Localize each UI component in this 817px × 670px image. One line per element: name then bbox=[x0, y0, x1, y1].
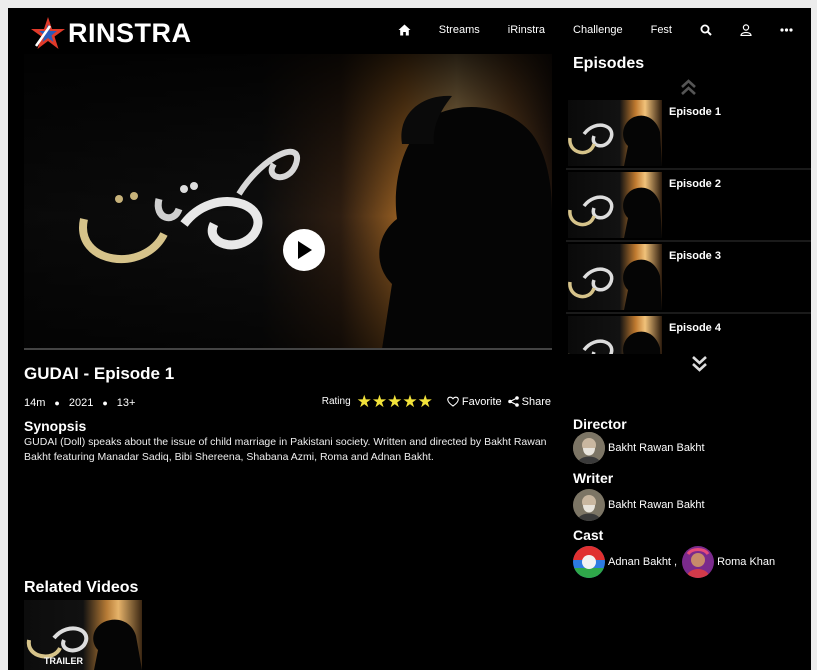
writer-avatar bbox=[573, 489, 605, 521]
episode-thumbnail-artwork bbox=[568, 259, 662, 310]
cast-separator: , bbox=[674, 556, 678, 568]
synopsis-text: GUDAI (Doll) speaks about the issue of c… bbox=[24, 436, 547, 463]
star-icon: ★ bbox=[402, 392, 418, 411]
brand-name: RINSTRA bbox=[68, 17, 192, 48]
favorite-label: Favorite bbox=[461, 395, 502, 408]
star-logo-icon bbox=[31, 17, 65, 49]
silhouette-artwork bbox=[379, 95, 552, 349]
related-thumbnail-artwork bbox=[26, 619, 142, 670]
age-rating: 13+ bbox=[116, 397, 136, 409]
share-button[interactable]: Share bbox=[507, 395, 551, 408]
episodes-scroll-down[interactable] bbox=[691, 355, 708, 378]
star-icon: ★ bbox=[371, 392, 388, 411]
director-name: Bakht Rawan Bakht bbox=[608, 442, 705, 454]
episode-thumbnail bbox=[568, 244, 662, 310]
writer-name: Bakht Rawan Bakht bbox=[608, 499, 705, 511]
episode-list: Episode 1 Episode 2 Episode 3 Episode 4 bbox=[566, 98, 811, 354]
cast-avatar-adnan[interactable] bbox=[573, 546, 605, 578]
cast-list: Adnan Bakht , Roma Khan bbox=[573, 546, 775, 578]
more-icon bbox=[780, 28, 793, 32]
episode-label: Episode 4 bbox=[669, 322, 721, 334]
writer-person[interactable]: Bakht Rawan Bakht bbox=[573, 489, 705, 521]
episode-item[interactable]: Episode 1 bbox=[566, 98, 811, 170]
user-icon bbox=[740, 24, 752, 36]
video-title: GUDAI - Episode 1 bbox=[24, 364, 175, 383]
star-icon: ★ bbox=[387, 392, 403, 411]
meta-dot: ● bbox=[102, 398, 108, 408]
brand-logo[interactable]: RINSTRA bbox=[30, 16, 192, 50]
title-calligraphy-artwork bbox=[79, 148, 300, 263]
cast-name[interactable]: Roma Khan bbox=[717, 556, 775, 568]
nav-home[interactable] bbox=[398, 24, 411, 36]
episode-thumbnail bbox=[568, 100, 662, 166]
episode-label: Episode 1 bbox=[669, 106, 721, 118]
episode-label: Episode 3 bbox=[669, 250, 721, 262]
video-duration: 14m bbox=[24, 397, 46, 409]
cast-heading: Cast bbox=[573, 527, 604, 543]
heart-icon bbox=[447, 396, 459, 407]
nav-streams[interactable]: Streams bbox=[439, 24, 480, 36]
favorite-button[interactable]: Favorite bbox=[447, 396, 502, 408]
app-frame: RINSTRA Streams iRinstra Challenge Fest bbox=[8, 8, 811, 670]
meta-dot: ● bbox=[54, 398, 60, 408]
double-chevron-down-icon bbox=[692, 356, 707, 372]
person-photo-icon bbox=[682, 546, 715, 578]
star-icon: ★ bbox=[417, 392, 433, 411]
nav-challenge[interactable]: Challenge bbox=[573, 24, 623, 36]
more-button[interactable] bbox=[780, 28, 793, 32]
related-video-card[interactable]: TRAILER bbox=[24, 600, 142, 670]
play-button[interactable] bbox=[283, 229, 325, 271]
video-progress-bar[interactable] bbox=[24, 348, 552, 350]
nav-irinstra[interactable]: iRinstra bbox=[508, 24, 545, 36]
episode-label: Episode 2 bbox=[669, 178, 721, 190]
cast-name[interactable]: Adnan Bakht bbox=[608, 556, 671, 568]
episode-item[interactable]: Episode 3 bbox=[566, 242, 811, 314]
double-chevron-up-icon bbox=[681, 79, 696, 95]
share-label: Share bbox=[521, 395, 551, 408]
episode-thumbnail bbox=[568, 316, 662, 354]
related-heading: Related Videos bbox=[24, 579, 139, 596]
star-icon: ★ bbox=[356, 392, 372, 411]
person-photo-icon bbox=[573, 546, 605, 578]
person-photo-icon bbox=[573, 432, 605, 464]
episode-item[interactable]: Episode 4 bbox=[566, 314, 811, 354]
director-person[interactable]: Bakht Rawan Bakht bbox=[573, 432, 705, 464]
episode-thumbnail bbox=[568, 172, 662, 238]
synopsis-heading: Synopsis bbox=[24, 418, 87, 434]
search-icon bbox=[700, 24, 712, 36]
video-actions: Rating ★ ★ ★ ★ ★ Favorite Share bbox=[322, 393, 551, 410]
rating-label: Rating bbox=[321, 396, 351, 407]
trailer-badge: TRAILER bbox=[44, 656, 83, 666]
video-year: 2021 bbox=[68, 397, 94, 409]
nav-fest[interactable]: Fest bbox=[651, 24, 672, 36]
director-avatar bbox=[573, 432, 605, 464]
person-photo-icon bbox=[573, 489, 605, 521]
play-icon bbox=[298, 241, 312, 259]
episode-thumbnail-artwork bbox=[568, 331, 661, 354]
cast-avatar-roma[interactable] bbox=[682, 546, 715, 578]
top-nav: Streams iRinstra Challenge Fest bbox=[370, 20, 793, 40]
share-icon bbox=[507, 396, 519, 407]
search-button[interactable] bbox=[700, 24, 712, 36]
episodes-heading: Episodes bbox=[573, 55, 645, 72]
episode-thumbnail-artwork bbox=[568, 187, 662, 238]
video-player[interactable] bbox=[24, 54, 552, 349]
star-rating[interactable]: ★ ★ ★ ★ ★ bbox=[357, 393, 433, 410]
account-button[interactable] bbox=[740, 24, 752, 36]
writer-heading: Writer bbox=[573, 470, 614, 486]
director-heading: Director bbox=[573, 416, 627, 432]
episode-thumbnail-artwork bbox=[568, 115, 662, 166]
episode-item[interactable]: Episode 2 bbox=[566, 170, 811, 242]
home-icon bbox=[398, 24, 411, 36]
video-meta: 14m ● 2021 ● 13+ bbox=[24, 397, 135, 409]
